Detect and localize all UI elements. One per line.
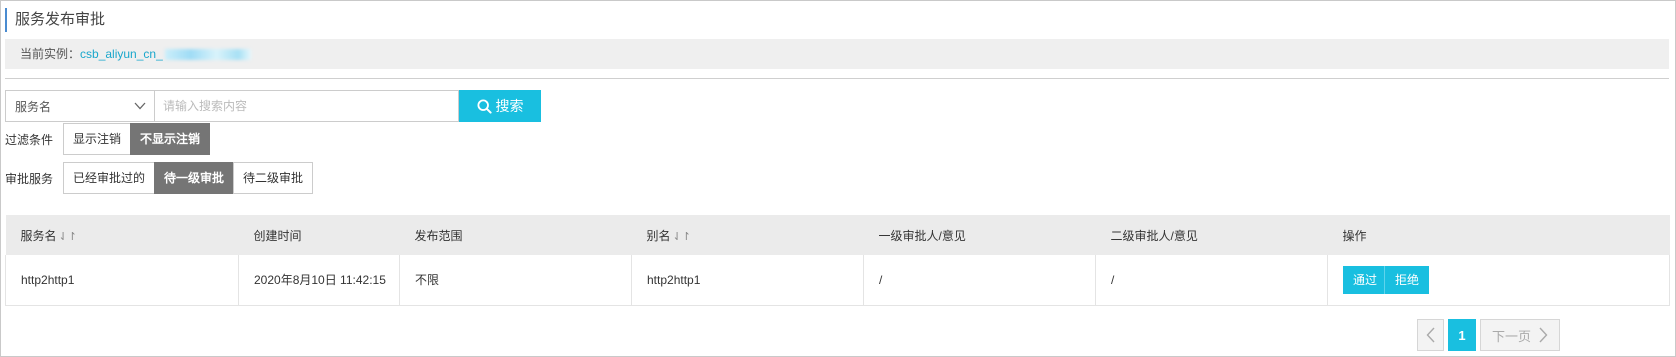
filter-row: 过滤条件 显示注销 不显示注销 xyxy=(5,123,211,155)
column-header-created: 创建时间 xyxy=(238,215,400,255)
pagination: 1 下一页 xyxy=(1417,319,1560,351)
column-header-level2: 二级审批人/意见 xyxy=(1095,215,1328,255)
cell-service-name: http2http1 xyxy=(5,255,239,306)
next-page-label: 下一页 xyxy=(1491,328,1531,344)
cell-scope: 不限 xyxy=(399,255,632,306)
search-bar: 服务名 搜索 xyxy=(5,90,541,122)
search-icon xyxy=(476,98,492,114)
next-page-button[interactable]: 下一页 xyxy=(1480,319,1560,351)
table-header-row: 服务名 ⇃↾ 创建时间 发布范围 别名 ⇃↾ 一级审批人/意见 二级审批人/意见 操… xyxy=(5,215,1670,255)
approval-segmented-control: 已经审批过的 待一级审批 待二级审批 xyxy=(63,162,314,194)
approval-label: 审批服务 xyxy=(5,171,54,186)
filter-option-hide-cancelled[interactable]: 不显示注销 xyxy=(130,123,211,155)
table-row: http2http1 2020年8月10日 11:42:15 不限 http2h… xyxy=(5,255,1670,306)
approve-button[interactable]: 通过 xyxy=(1343,265,1388,294)
divider xyxy=(5,78,1669,79)
instance-label: 当前实例： xyxy=(20,47,81,61)
cell-level2: / xyxy=(1095,255,1328,306)
sort-icon[interactable]: ⇃↾ xyxy=(673,230,691,243)
cell-created: 2020年8月10日 11:42:15 xyxy=(238,255,400,306)
approval-option-pending-level1[interactable]: 待一级审批 xyxy=(154,162,235,194)
cell-alias: http2http1 xyxy=(631,255,864,306)
approval-option-pending-level2[interactable]: 待二级审批 xyxy=(233,162,314,194)
filter-label: 过滤条件 xyxy=(5,132,54,147)
page-title: 服务发布审批 xyxy=(5,8,105,32)
reject-button[interactable]: 拒绝 xyxy=(1384,265,1430,294)
column-header-level1: 一级审批人/意见 xyxy=(863,215,1096,255)
instance-bar: 当前实例：csb_aliyun_cn_ xyxy=(5,39,1669,69)
search-input[interactable] xyxy=(155,90,459,122)
filter-option-show-cancelled[interactable]: 显示注销 xyxy=(63,123,132,155)
search-field-select[interactable]: 服务名 xyxy=(5,90,155,122)
chevron-left-icon xyxy=(1426,327,1435,343)
instance-value[interactable]: csb_aliyun_cn_ xyxy=(80,47,163,61)
search-field-select-value: 服务名 xyxy=(15,99,52,114)
chevron-right-icon xyxy=(1539,327,1548,343)
column-header-scope: 发布范围 xyxy=(399,215,632,255)
filter-segmented-control: 显示注销 不显示注销 xyxy=(63,123,211,155)
page-button-current[interactable]: 1 xyxy=(1448,319,1476,351)
approval-row: 审批服务 已经审批过的 待一级审批 待二级审批 xyxy=(5,162,314,194)
search-button-label: 搜索 xyxy=(495,98,524,114)
column-header-actions: 操作 xyxy=(1327,215,1670,255)
sort-icon[interactable]: ⇃↾ xyxy=(59,230,77,243)
column-header-service-name[interactable]: 服务名 ⇃↾ xyxy=(5,215,239,255)
chevron-down-icon xyxy=(134,102,146,110)
column-header-alias[interactable]: 别名 ⇃↾ xyxy=(631,215,864,255)
prev-page-button[interactable] xyxy=(1417,319,1444,351)
cell-actions: 通过 拒绝 xyxy=(1327,255,1670,306)
cell-level1: / xyxy=(863,255,1096,306)
services-table: 服务名 ⇃↾ 创建时间 发布范围 别名 ⇃↾ 一级审批人/意见 二级审批人/意见 操… xyxy=(5,215,1670,306)
approval-option-approved[interactable]: 已经审批过的 xyxy=(63,162,156,194)
redacted-instance-suffix xyxy=(164,49,251,61)
search-button[interactable]: 搜索 xyxy=(459,90,541,122)
page-frame: 服务发布审批 当前实例：csb_aliyun_cn_ 服务名 搜索 过滤条件 显… xyxy=(0,0,1676,357)
